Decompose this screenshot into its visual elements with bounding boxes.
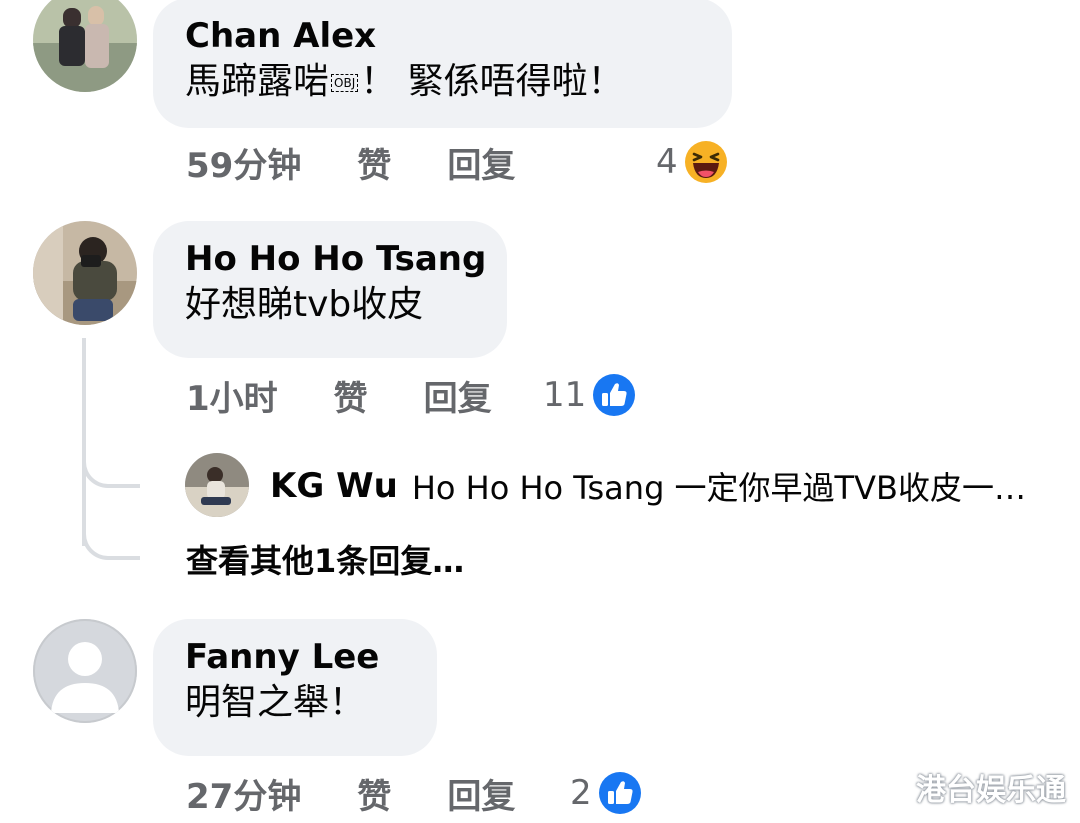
haha-emoji-icon	[684, 141, 727, 183]
comment-author[interactable]: Ho Ho Ho Tsang	[185, 237, 486, 281]
view-more-replies-link[interactable]: 查看其他1条回复…	[186, 536, 464, 582]
reply-button[interactable]: 回复	[447, 769, 515, 818]
comment-bubble: Chan Alex 馬蹄露啱 OBJ！ 緊係唔得啦！	[153, 0, 732, 128]
thumbs-up-icon	[598, 772, 641, 814]
reaction-count: 4	[656, 142, 678, 182]
comment-bubble: Fanny Lee 明智之舉！	[153, 619, 437, 756]
reaction-summary[interactable]: 11	[543, 371, 636, 419]
comment-text-tail: ！ 緊係唔得啦！	[360, 61, 624, 102]
watermark: 港台娱乐通	[916, 773, 1066, 808]
comment-actions: 59分钟 赞 回复	[186, 138, 515, 186]
avatar[interactable]	[33, 0, 137, 92]
comment-actions: 27分钟 赞 回复	[186, 769, 515, 817]
comment-text: 馬蹄露啱 OBJ！ 緊係唔得啦！	[185, 58, 700, 106]
reaction-count: 11	[543, 375, 587, 415]
reply-preview[interactable]: KG Wu Ho Ho Ho Tsang 一定你早過TVB收皮一…	[270, 462, 1026, 510]
reply-button[interactable]: 回复	[447, 138, 515, 187]
comment-actions: 1小时 赞 回复	[186, 371, 492, 419]
reply-text: Ho Ho Ho Tsang 一定你早過TVB收皮一…	[411, 469, 1026, 507]
thumbs-up-icon	[593, 374, 636, 416]
avatar-photo	[33, 221, 137, 325]
like-button[interactable]: 赞	[357, 138, 391, 187]
reaction-summary[interactable]: 2	[570, 769, 642, 817]
reply-avatar[interactable]	[185, 453, 249, 517]
comment-author[interactable]: Fanny Lee	[185, 635, 405, 679]
like-button[interactable]: 赞	[357, 769, 391, 818]
reaction-count: 2	[570, 773, 592, 813]
thread-connector-branch	[82, 516, 140, 560]
comment-text-main: 馬蹄露啱	[185, 61, 330, 102]
reply-button[interactable]: 回复	[424, 371, 492, 420]
like-button[interactable]: 赞	[334, 371, 368, 420]
avatar[interactable]	[33, 221, 137, 325]
thread-connector-branch	[82, 442, 140, 488]
avatar-photo	[33, 0, 137, 92]
reaction-summary[interactable]: 4	[656, 138, 728, 186]
comment-author[interactable]: Chan Alex	[185, 14, 700, 58]
comment-bubble: Ho Ho Ho Tsang 好想睇tvb收皮	[153, 221, 507, 358]
avatar-photo	[185, 453, 249, 517]
reply-author[interactable]: KG Wu	[270, 466, 398, 506]
avatar-placeholder[interactable]	[33, 619, 137, 723]
comment-text: 好想睇tvb收皮	[185, 284, 424, 325]
object-placeholder-glyph: OBJ	[331, 74, 359, 92]
default-user-icon	[51, 642, 119, 713]
comment-timestamp[interactable]: 59分钟	[186, 138, 301, 187]
comment-text: 明智之舉！	[185, 682, 366, 723]
comment-timestamp[interactable]: 27分钟	[186, 769, 301, 818]
comment-timestamp[interactable]: 1小时	[186, 371, 278, 420]
